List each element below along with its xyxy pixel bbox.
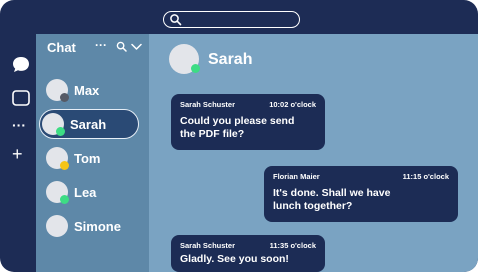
search-icon[interactable] (116, 41, 127, 52)
status-online-dot (60, 195, 69, 204)
contact-name: Simone (74, 218, 121, 234)
status-online-dot (191, 64, 200, 73)
search-bar[interactable] (163, 11, 300, 28)
avatar (42, 113, 65, 136)
conversation-contact-name: Sarah (208, 51, 253, 68)
avatar[interactable] (169, 44, 200, 74)
conversation-pane: Sarah Sarah Schuster 10:02 o'clock Could… (149, 34, 478, 272)
message-text: Gladly. See you soon! (180, 253, 317, 266)
contact-name: Max (74, 82, 100, 98)
contact-name: Sarah (70, 116, 107, 132)
message-line: Could you please send (180, 115, 295, 127)
chat-list-title: Chat (47, 40, 76, 55)
calendar-icon[interactable] (12, 90, 30, 106)
message-bubble: Sarah Schuster 10:02 o'clock Could you p… (171, 94, 325, 150)
contact-item-simone[interactable]: Simone (42, 211, 140, 241)
contact-item-max[interactable]: Max (42, 75, 140, 105)
message-bubble: Sarah Schuster 11:35 o'clock Gladly. See… (171, 235, 325, 272)
message-text: It's done. Shall we have lunch together? (273, 187, 450, 213)
chevron-down-icon[interactable] (131, 43, 142, 51)
chat-list-pane: Chat ··· Max Sarah Tom Lea Simone (36, 34, 149, 272)
message-meta: Florian Maier 11:15 o'clock (273, 172, 449, 182)
message-meta: Sarah Schuster 11:35 o'clock (180, 241, 316, 251)
message-author: Florian Maier (273, 172, 320, 181)
message-line: the PDF file? (180, 128, 245, 140)
message-line: It's done. Shall we have (273, 187, 391, 199)
message-bubble: Florian Maier 11:15 o'clock It's done. S… (264, 166, 458, 222)
contact-item-sarah[interactable]: Sarah (39, 109, 139, 139)
message-text: Could you please send the PDF file? (180, 115, 317, 141)
avatar (46, 215, 68, 237)
status-offline-dot (60, 93, 69, 102)
more-icon[interactable]: ··· (12, 118, 26, 132)
message-time: 11:15 o'clock (402, 172, 449, 181)
chat-icon[interactable] (12, 56, 30, 73)
status-online-dot (56, 127, 65, 136)
app-window: ··· + Chat ··· Max Sarah Tom Lea Simone … (0, 0, 478, 272)
chat-list-tools: ··· (95, 38, 147, 54)
contact-name: Tom (74, 150, 101, 166)
message-meta: Sarah Schuster 10:02 o'clock (180, 100, 316, 110)
add-icon[interactable]: + (12, 145, 23, 163)
message-time: 10:02 o'clock (269, 100, 316, 109)
contact-name: Lea (74, 184, 97, 200)
message-line: Gladly. See you soon! (180, 253, 289, 265)
avatar (46, 147, 69, 170)
search-icon[interactable] (169, 13, 182, 26)
avatar (46, 181, 69, 204)
message-author: Sarah Schuster (180, 241, 236, 250)
message-time: 11:35 o'clock (269, 241, 316, 250)
avatar (46, 79, 69, 102)
contact-item-lea[interactable]: Lea (42, 177, 140, 207)
message-author: Sarah Schuster (180, 100, 236, 109)
contact-item-tom[interactable]: Tom (42, 143, 140, 173)
status-away-dot (60, 161, 69, 170)
message-line: lunch together? (273, 200, 353, 212)
more-options-icon[interactable]: ··· (95, 38, 107, 52)
